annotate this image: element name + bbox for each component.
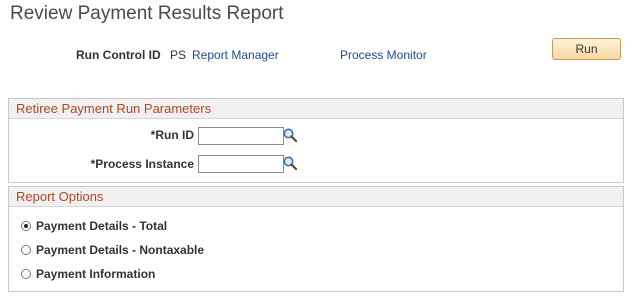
- process-instance-label: *Process Instance: [90, 157, 194, 171]
- run-control-label: Run Control ID: [76, 48, 161, 62]
- radio-payment-information[interactable]: [21, 269, 31, 279]
- process-instance-input[interactable]: [198, 155, 284, 173]
- run-id-label: *Run ID: [150, 128, 194, 142]
- radio-payment-details-total[interactable]: [21, 221, 31, 231]
- option-payment-information[interactable]: Payment Information: [21, 265, 155, 283]
- option-payment-details-nontaxable[interactable]: Payment Details - Nontaxable: [21, 241, 204, 259]
- report-options-header: Report Options: [9, 187, 623, 207]
- run-button[interactable]: Run: [552, 38, 621, 60]
- run-id-input[interactable]: [198, 127, 284, 145]
- process-instance-lookup-icon[interactable]: [282, 155, 298, 171]
- report-manager-link[interactable]: Report Manager: [192, 48, 279, 62]
- run-control-value: PS: [170, 48, 187, 62]
- report-options-group: Report Options Payment Details - Total P…: [8, 186, 624, 292]
- radio-label: Payment Details - Total: [36, 219, 168, 233]
- process-monitor-link[interactable]: Process Monitor: [340, 48, 427, 62]
- radio-payment-details-nontaxable[interactable]: [21, 245, 31, 255]
- retiree-payment-run-parameters-group: Retiree Payment Run Parameters *Run ID *…: [8, 98, 624, 183]
- run-id-lookup-icon[interactable]: [282, 127, 298, 143]
- page-title: Review Payment Results Report: [10, 3, 284, 24]
- run-control: Run Control ID PS: [76, 48, 186, 62]
- radio-label: Payment Information: [36, 267, 156, 281]
- parameters-header: Retiree Payment Run Parameters: [9, 99, 623, 119]
- radio-label: Payment Details - Nontaxable: [36, 243, 205, 257]
- option-payment-details-total[interactable]: Payment Details - Total: [21, 217, 167, 235]
